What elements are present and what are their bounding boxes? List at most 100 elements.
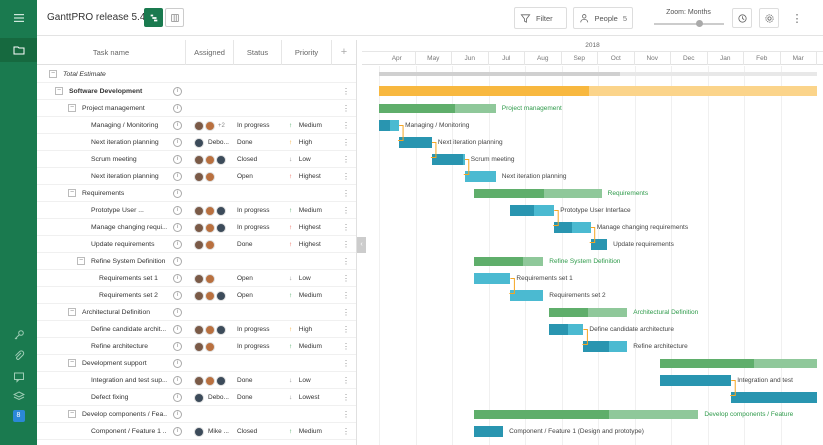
task-name[interactable]: Define candidate archit...	[91, 321, 167, 338]
assignee-avatars[interactable]	[194, 341, 215, 352]
dependency-link[interactable]	[430, 142, 437, 158]
row-menu-icon[interactable]: ⋮	[342, 151, 350, 168]
task-row[interactable]: Integration and test sup... i Done ↓ Low ⋮	[37, 372, 356, 389]
info-icon[interactable]: i	[173, 223, 182, 232]
status-value[interactable]: Open	[237, 168, 253, 185]
column-priority[interactable]: Priority	[282, 40, 332, 65]
task-row[interactable]: Define candidate archit... i In progress ↑ …	[37, 321, 356, 338]
status-value[interactable]: Open	[237, 287, 253, 304]
board-view-button[interactable]	[165, 8, 184, 27]
status-value[interactable]: In progress	[237, 219, 270, 236]
task-row[interactable]: Next iteration planning i Debo... Done ↑ Hig…	[37, 134, 356, 151]
task-name[interactable]: Defect fixing	[91, 389, 167, 406]
status-value[interactable]: Done	[237, 372, 253, 389]
zoom-slider-track[interactable]	[654, 20, 724, 27]
info-icon[interactable]: i	[173, 172, 182, 181]
task-row[interactable]: Manage changing requi... i In progress ↑ Hi…	[37, 219, 356, 236]
task-name[interactable]: Update requirements	[91, 236, 167, 253]
info-icon[interactable]: i	[173, 359, 182, 368]
assignee-avatars[interactable]	[194, 171, 215, 182]
task-row[interactable]: Requirements set 2 i Open ↑ Medium ⋮	[37, 287, 356, 304]
row-menu-icon[interactable]: ⋮	[342, 100, 350, 117]
row-menu-icon[interactable]: ⋮	[342, 304, 350, 321]
task-row[interactable]: Component / Feature 1 ... i Mike ... Closed…	[37, 423, 356, 440]
row-menu-icon[interactable]: ⋮	[342, 253, 350, 270]
row-menu-icon[interactable]: ⋮	[342, 117, 350, 134]
info-icon[interactable]: i	[173, 104, 182, 113]
row-menu-icon[interactable]: ⋮	[342, 219, 350, 236]
row-menu-icon[interactable]: ⋮	[342, 185, 350, 202]
info-icon[interactable]: i	[173, 274, 182, 283]
row-menu-icon[interactable]: ⋮	[342, 168, 350, 185]
row-menu-icon[interactable]: ⋮	[342, 372, 350, 389]
row-menu-icon[interactable]: ⋮	[342, 83, 350, 100]
collapse-toggle[interactable]: −	[49, 70, 57, 78]
info-icon[interactable]: i	[173, 410, 182, 419]
status-value[interactable]: Done	[237, 236, 253, 253]
column-status[interactable]: Status	[234, 40, 282, 65]
priority-value[interactable]: ↑ High	[289, 321, 312, 338]
info-icon[interactable]: i	[173, 393, 182, 402]
assignee-avatars[interactable]	[194, 375, 226, 386]
assignee-avatars[interactable]	[194, 154, 226, 165]
info-icon[interactable]: i	[173, 427, 182, 436]
row-menu-icon[interactable]: ⋮	[342, 202, 350, 219]
more-options-icon[interactable]: ⋮	[787, 8, 807, 28]
status-value[interactable]: Done	[237, 389, 253, 406]
info-icon[interactable]: i	[173, 155, 182, 164]
task-name[interactable]: Development support	[82, 355, 167, 372]
row-menu-icon[interactable]: ⋮	[342, 321, 350, 338]
task-name[interactable]: Prototype User ...	[91, 202, 167, 219]
task-row[interactable]: Update requirements i Done ↑ Highest ⋮	[37, 236, 356, 253]
row-menu-icon[interactable]: ⋮	[342, 338, 350, 355]
task-name[interactable]: Component / Feature 1 ...	[91, 423, 167, 440]
task-name[interactable]: Manage changing requi...	[91, 219, 167, 236]
info-icon[interactable]: i	[173, 240, 182, 249]
key-icon[interactable]	[0, 326, 37, 344]
info-icon[interactable]: i	[173, 376, 182, 385]
assignee-avatars[interactable]	[194, 290, 226, 301]
priority-value[interactable]: ↓ Lowest	[289, 389, 319, 406]
assignee-avatars[interactable]: +2	[194, 120, 225, 131]
people-button[interactable]: People 5	[573, 7, 633, 29]
notifications-badge[interactable]: 8	[0, 407, 37, 425]
row-menu-icon[interactable]: ⋮	[342, 423, 350, 440]
status-value[interactable]: In progress	[237, 117, 270, 134]
priority-value[interactable]: ↑ Medium	[289, 287, 322, 304]
info-icon[interactable]: i	[173, 87, 182, 96]
filter-button[interactable]: Filter	[514, 7, 567, 29]
task-row[interactable]: Defect fixing i Debo... Done ↓ Lowest ⋮	[37, 389, 356, 406]
task-name[interactable]: Architectural Definition	[82, 304, 167, 321]
priority-value[interactable]: ↑ Medium	[289, 338, 322, 355]
attachment-icon[interactable]	[0, 347, 37, 365]
dependency-link[interactable]	[509, 278, 515, 294]
task-row[interactable]: Next iteration planning i Open ↑ Highest ⋮	[37, 168, 356, 185]
group-row[interactable]: − Refine System Definition i ⋮	[37, 253, 356, 270]
column-assigned[interactable]: Assigned	[186, 40, 234, 65]
group-row[interactable]: − Project management i ⋮	[37, 100, 356, 117]
group-row[interactable]: − Architectural Definition i ⋮	[37, 304, 356, 321]
priority-value[interactable]: ↑ High	[289, 134, 312, 151]
task-name[interactable]: Refine architecture	[91, 338, 167, 355]
task-row[interactable]: Requirements set 1 i Open ↓ Low ⋮	[37, 270, 356, 287]
status-value[interactable]: Closed	[237, 423, 257, 440]
row-menu-icon[interactable]: ⋮	[342, 270, 350, 287]
assignee-avatars[interactable]: Debo...	[194, 137, 229, 148]
info-icon[interactable]: i	[173, 138, 182, 147]
status-value[interactable]: Closed	[237, 151, 257, 168]
task-name[interactable]: Requirements set 1	[99, 270, 167, 287]
hamburger-menu-icon[interactable]	[0, 7, 37, 29]
dependency-link[interactable]	[553, 210, 559, 226]
assignee-avatars[interactable]	[194, 222, 226, 233]
row-menu-icon[interactable]: ⋮	[342, 236, 350, 253]
group-row[interactable]: − Requirements i ⋮	[37, 185, 356, 202]
assignee-avatars[interactable]	[194, 205, 226, 216]
task-name[interactable]: Total Estimate	[63, 66, 167, 83]
task-name[interactable]: Requirements	[82, 185, 167, 202]
status-value[interactable]: In progress	[237, 202, 270, 219]
collapse-toggle[interactable]: −	[68, 308, 76, 316]
priority-value[interactable]: ↓ Low	[289, 270, 311, 287]
collapse-toggle[interactable]: −	[68, 104, 76, 112]
row-menu-icon[interactable]: ⋮	[342, 134, 350, 151]
task-name[interactable]: Integration and test sup...	[91, 372, 167, 389]
